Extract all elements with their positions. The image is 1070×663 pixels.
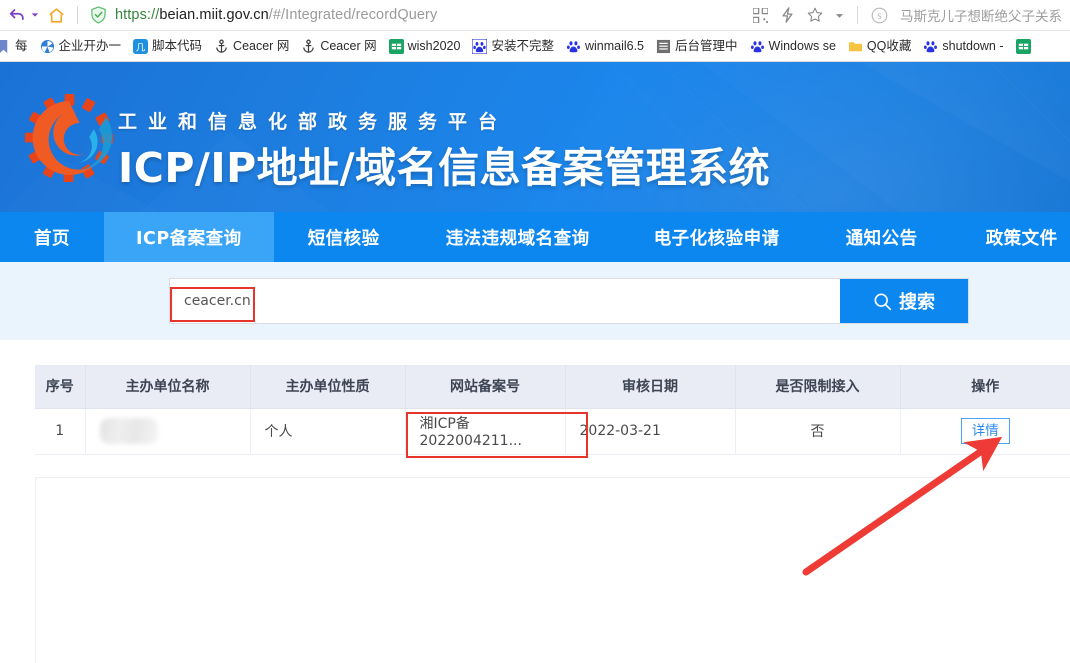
column-header-index: 序号	[35, 365, 86, 409]
column-header-restricted: 是否限制接入	[735, 365, 901, 409]
column-header-action: 操作	[900, 365, 1070, 409]
column-header-review-date: 审核日期	[565, 365, 736, 409]
bookmark-label: 脚本代码	[152, 38, 203, 53]
search-input[interactable]	[170, 279, 840, 323]
bookmark-item[interactable]: 每	[0, 34, 34, 58]
toolbar-divider	[77, 6, 78, 24]
green-sheet-icon	[388, 38, 404, 54]
bookmark-icon	[0, 39, 8, 53]
cell-index: 1	[35, 408, 86, 455]
bookmark-item[interactable]: QQ收藏	[842, 34, 917, 58]
search-button[interactable]: 搜索	[840, 279, 968, 323]
table-header-row: 序号 主办单位名称 主办单位性质 网站备案号 审核日期 是否限制接入 操作	[35, 365, 1070, 409]
gray-doc-icon	[656, 39, 671, 53]
url-scheme: https://	[115, 7, 160, 23]
search-bar: 搜索	[169, 278, 969, 324]
bookmark-item[interactable]: 安装不完整	[466, 34, 560, 58]
redacted-sponsor-name	[99, 418, 158, 444]
search-button-label: 搜索	[899, 292, 935, 313]
cell-review-date: 2022-03-21	[565, 408, 736, 455]
baidu-paw-icon	[750, 40, 764, 52]
bookmark-label: 每	[15, 38, 28, 53]
bookmark-item[interactable]: winmail6.5	[560, 34, 650, 58]
toolbar-divider	[857, 6, 858, 24]
cell-record-number: 湘ICP备2022004211...	[405, 408, 566, 455]
detail-button[interactable]: 详情	[960, 417, 1010, 445]
bookmark-label: wish2020	[407, 38, 461, 53]
nav-item-icp-record-query[interactable]: ICP备案查询	[104, 212, 274, 262]
baidu-paw-icon	[924, 40, 938, 52]
address-bar[interactable]: https://beian.miit.gov.cn/#/Integrated/r…	[109, 7, 747, 23]
bookmark-item[interactable]	[1010, 34, 1041, 58]
main-navigation: 首页 ICP备案查询 短信核验 违法违规域名查询 电子化核验申请 通知公告 政策…	[0, 212, 1070, 262]
anchor-icon	[303, 39, 315, 53]
bookmark-label: Windows se	[768, 38, 836, 53]
nav-item-announcements[interactable]: 通知公告	[812, 212, 952, 262]
anchor-icon	[216, 39, 227, 53]
bookmark-label: winmail6.5	[584, 38, 645, 53]
bookmark-label: 后台管理中	[675, 38, 738, 53]
bookmarks-bar: 每 企业开办一 几 脚本代码 Ceacer 网 Ceacer 网 wish202…	[0, 31, 1070, 62]
apps-grid-icon[interactable]	[753, 7, 768, 23]
bookmark-label: QQ收藏	[866, 38, 912, 53]
search-band: 搜索	[0, 262, 1070, 340]
table-left-rule	[35, 478, 36, 663]
bookmark-item[interactable]: Ceacer 网	[295, 34, 382, 58]
column-header-sponsor-name: 主办单位名称	[85, 365, 251, 409]
miit-gear-logo-icon	[25, 94, 113, 182]
security-shield-icon[interactable]	[87, 2, 109, 28]
home-icon[interactable]	[42, 2, 70, 28]
cell-sponsor-name	[85, 408, 251, 455]
bookmark-label: shutdown -	[942, 38, 1004, 53]
baidu-paw-icon	[472, 38, 488, 54]
toolbar-right-group: S 马斯克儿子想断绝父子关系	[747, 5, 1070, 25]
nav-item-illegal-domain-query[interactable]: 违法违规域名查询	[414, 212, 622, 262]
browser-toolbar: https://beian.miit.gov.cn/#/Integrated/r…	[0, 0, 1070, 31]
back-arrow-icon[interactable]	[4, 2, 30, 28]
toolbar-news-title[interactable]: 马斯克儿子想断绝父子关系	[900, 5, 1062, 25]
results-table: 序号 主办单位名称 主办单位性质 网站备案号 审核日期 是否限制接入 操作 1 …	[35, 365, 1070, 455]
bookmark-item[interactable]: shutdown -	[917, 34, 1009, 58]
url-path: /#/Integrated/recordQuery	[268, 7, 438, 23]
svg-text:S: S	[877, 10, 882, 20]
search-icon	[874, 293, 892, 310]
url-host: beian.miit.gov.cn	[159, 7, 269, 23]
site-banner: 工业和信息化部政务服务平台 ICP/IP地址/域名信息备案管理系统	[0, 62, 1070, 212]
bookmark-item[interactable]: 几 脚本代码	[127, 34, 208, 58]
banner-subtitle: 工业和信息化部政务服务平台	[118, 111, 509, 133]
column-header-record-number: 网站备案号	[405, 365, 566, 409]
blue-square-icon: 几	[133, 38, 149, 54]
bookmark-item[interactable]: 后台管理中	[650, 34, 744, 58]
green-sheet-icon	[1015, 38, 1031, 54]
nav-item-policy-documents[interactable]: 政策文件	[952, 212, 1070, 262]
results-area: 序号 主办单位名称 主办单位性质 网站备案号 审核日期 是否限制接入 操作 1 …	[0, 340, 1070, 663]
bookmark-label: 企业开办一	[58, 38, 122, 53]
bookmark-item[interactable]: Ceacer 网	[208, 34, 295, 58]
folder-icon	[848, 41, 862, 51]
table-row: 1 个人 湘ICP备2022004211... 2022-03-21 否 详情	[35, 408, 1070, 455]
cell-sponsor-type: 个人	[250, 408, 406, 455]
svg-text:几: 几	[136, 42, 146, 53]
bookmark-label: 安装不完整	[491, 38, 554, 53]
chevron-down-icon[interactable]	[835, 11, 844, 20]
cell-restricted: 否	[735, 408, 901, 455]
sogou-icon[interactable]: S	[871, 7, 888, 24]
table-bottom-rule	[35, 477, 1070, 478]
column-header-sponsor-type: 主办单位性质	[250, 365, 406, 409]
chevron-down-icon[interactable]	[30, 2, 40, 28]
bookmark-star-icon[interactable]	[807, 7, 823, 23]
nav-item-home[interactable]: 首页	[0, 212, 104, 262]
pinwheel-icon	[40, 39, 54, 53]
bookmark-item[interactable]: wish2020	[383, 34, 467, 58]
bookmark-label: Ceacer 网	[320, 38, 377, 53]
cell-action: 详情	[900, 408, 1070, 455]
bookmark-label: Ceacer 网	[233, 38, 290, 53]
nav-item-electronic-verification[interactable]: 电子化核验申请	[622, 212, 812, 262]
nav-item-sms-verification[interactable]: 短信核验	[274, 212, 414, 262]
bookmark-item[interactable]: 企业开办一	[34, 34, 128, 58]
bookmark-item[interactable]: Windows se	[744, 34, 842, 58]
page-title: ICP/IP地址/域名信息备案管理系统	[118, 144, 771, 192]
baidu-paw-icon	[566, 40, 580, 52]
lightning-icon[interactable]	[780, 7, 795, 23]
